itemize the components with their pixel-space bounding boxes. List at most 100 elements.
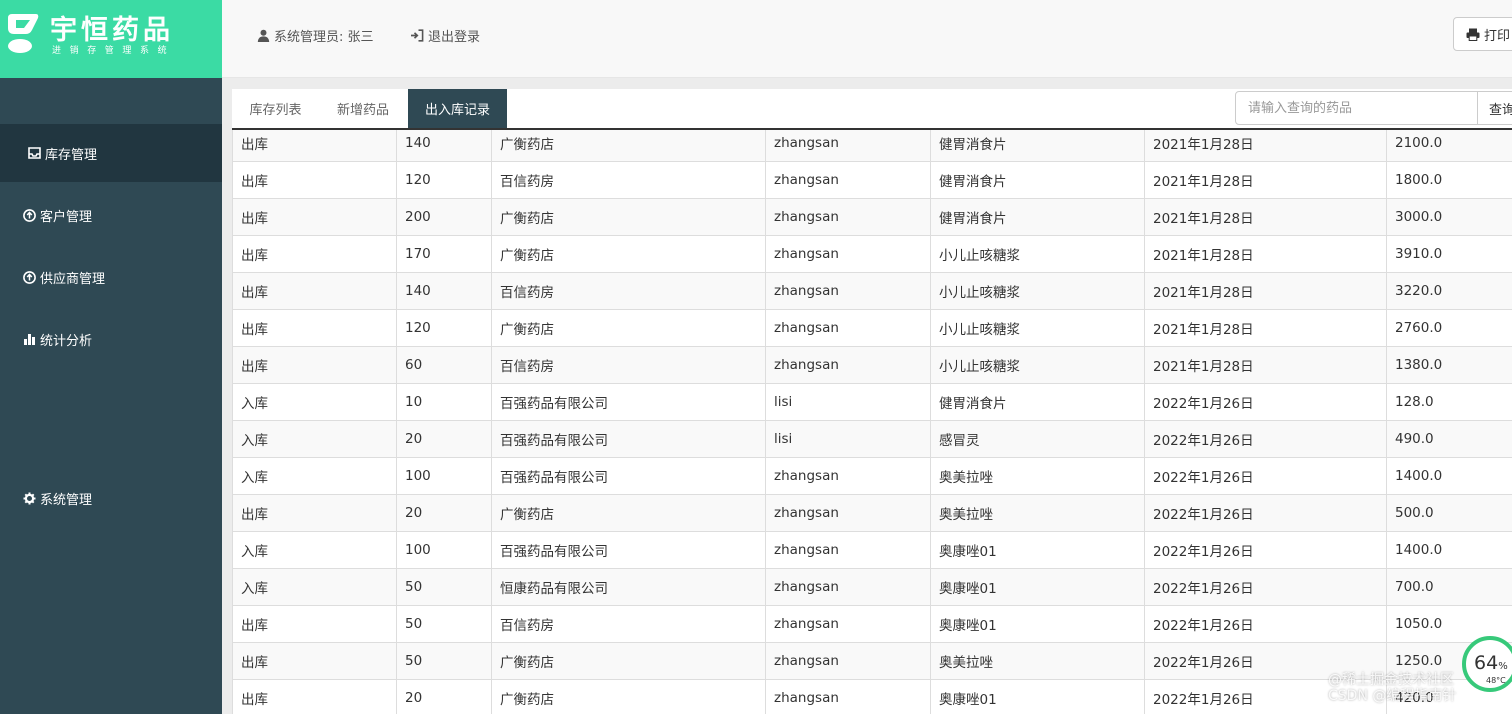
cell-operator: zhangsan xyxy=(765,457,931,495)
cell-type: 出库 xyxy=(232,161,397,199)
cell-amount: 3220.0 xyxy=(1386,272,1512,310)
table-row: 入库 20 百强药品有限公司 lisi 感冒灵 2022年1月26日 490.0 xyxy=(232,420,1512,458)
cell-date: 2021年1月28日 xyxy=(1144,309,1387,347)
logout-label: 退出登录 xyxy=(428,30,481,45)
cell-quantity: 120 xyxy=(396,309,492,347)
cell-partner: 百信药房 xyxy=(491,272,766,310)
cell-operator: zhangsan xyxy=(765,198,931,236)
cell-partner: 广衡药店 xyxy=(491,642,766,680)
sidebar-item-label: 库存管理 xyxy=(45,147,98,163)
cell-operator: zhangsan xyxy=(765,161,931,199)
logo[interactable]: 宇恒药品 进销存管理系统 xyxy=(0,0,222,78)
cell-quantity: 200 xyxy=(396,198,492,236)
cell-date: 2022年1月26日 xyxy=(1144,494,1387,532)
cell-date: 2022年1月26日 xyxy=(1144,605,1387,643)
cell-quantity: 20 xyxy=(396,679,492,714)
cell-amount: 1800.0 xyxy=(1386,161,1512,199)
search-input[interactable] xyxy=(1235,91,1478,125)
cell-amount: 500.0 xyxy=(1386,494,1512,532)
cell-date: 2021年1月28日 xyxy=(1144,346,1387,384)
inbox-icon xyxy=(26,145,42,161)
print-icon xyxy=(1466,28,1480,41)
sidebar-item-suppliers[interactable]: 供应商管理 xyxy=(0,248,222,306)
logo-title: 宇恒药品 xyxy=(50,15,174,46)
table-row: 出库 50 百信药房 zhangsan 奥康唑01 2022年1月26日 1050.0 xyxy=(232,605,1512,643)
table-row: 出库 20 广衡药店 zhangsan 奥康唑01 2022年1月26日 420.0 xyxy=(232,679,1512,714)
gear-icon xyxy=(21,490,37,506)
sidebar-item-statistics[interactable]: 统计分析 xyxy=(0,310,222,368)
cell-operator: zhangsan xyxy=(765,531,931,569)
cell-type: 入库 xyxy=(232,420,397,458)
cell-quantity: 50 xyxy=(396,642,492,680)
cell-partner: 广衡药店 xyxy=(491,309,766,347)
cell-partner: 广衡药店 xyxy=(491,235,766,273)
table-row: 出库 120 百信药房 zhangsan 健胃消食片 2021年1月28日 1800.0 xyxy=(232,161,1512,199)
cell-drug: 奥美拉唑 xyxy=(930,457,1145,495)
cell-drug: 健胃消食片 xyxy=(930,161,1145,199)
cell-drug: 奥康唑01 xyxy=(930,568,1145,606)
sidebar-item-label: 供应商管理 xyxy=(40,271,106,287)
sign-in-icon xyxy=(410,29,424,42)
cell-amount: 1400.0 xyxy=(1386,531,1512,569)
speed-percent-unit: % xyxy=(1498,661,1508,672)
cell-type: 出库 xyxy=(232,309,397,347)
sidebar-item-label: 系统管理 xyxy=(40,492,93,508)
sidebar-item-inventory[interactable]: 库存管理 xyxy=(0,124,222,182)
cell-drug: 小儿止咳糖浆 xyxy=(930,346,1145,384)
circle-arrow-icon xyxy=(21,207,37,223)
cell-partner: 百信药房 xyxy=(491,605,766,643)
cell-partner: 广衡药店 xyxy=(491,130,766,162)
cell-partner: 百强药品有限公司 xyxy=(491,420,766,458)
cell-operator: zhangsan xyxy=(765,494,931,532)
cell-quantity: 20 xyxy=(396,420,492,458)
sidebar-item-customers[interactable]: 客户管理 xyxy=(0,186,222,244)
tab-stock-records[interactable]: 出入库记录 xyxy=(408,89,507,128)
cell-operator: zhangsan xyxy=(765,235,931,273)
table-row: 出库 60 百信药房 zhangsan 小儿止咳糖浆 2021年1月28日 1380.0 xyxy=(232,346,1512,384)
cell-date: 2021年1月28日 xyxy=(1144,235,1387,273)
cell-drug: 奥康唑01 xyxy=(930,605,1145,643)
cell-operator: zhangsan xyxy=(765,272,931,310)
cell-type: 出库 xyxy=(232,235,397,273)
logout-link[interactable]: 退出登录 xyxy=(410,26,480,45)
cell-quantity: 170 xyxy=(396,235,492,273)
sidebar: 宇恒药品 进销存管理系统 库存管理 客户管理 供应商管理 统计分析 系统管理 xyxy=(0,0,222,714)
table-row: 出库 20 广衡药店 zhangsan 奥美拉唑 2022年1月26日 500.0 xyxy=(232,494,1512,532)
network-speed-widget[interactable]: 64% 48°C xyxy=(1462,636,1512,692)
cell-type: 出库 xyxy=(232,272,397,310)
cell-operator: zhangsan xyxy=(765,130,931,162)
speed-percent-value: 64 xyxy=(1474,652,1499,674)
cell-date: 2021年1月28日 xyxy=(1144,161,1387,199)
records-table: 出库 140 广衡药店 zhangsan 健胃消食片 2021年1月28日 2100.0 出库… xyxy=(232,130,1512,714)
table-row: 入库 100 百强药品有限公司 zhangsan 奥美拉唑 2022年1月26日 1400.… xyxy=(232,457,1512,495)
user-label: 系统管理员: 张三 xyxy=(274,30,374,45)
tab-add-drug[interactable]: 新增药品 xyxy=(319,89,407,128)
cell-quantity: 50 xyxy=(396,605,492,643)
cell-type: 出库 xyxy=(232,130,397,162)
cell-partner: 广衡药店 xyxy=(491,494,766,532)
tab-inventory-list[interactable]: 库存列表 xyxy=(232,89,319,128)
sidebar-item-label: 客户管理 xyxy=(40,209,93,225)
cell-operator: lisi xyxy=(765,383,931,421)
cell-quantity: 100 xyxy=(396,457,492,495)
records-table-body: 出库 140 广衡药店 zhangsan 健胃消食片 2021年1月28日 2100.0 出库… xyxy=(232,130,1512,714)
table-row: 出库 170 广衡药店 zhangsan 小儿止咳糖浆 2021年1月28日 3910.0 xyxy=(232,235,1512,273)
sidebar-item-system[interactable]: 系统管理 xyxy=(0,469,222,527)
cell-partner: 百强药品有限公司 xyxy=(491,457,766,495)
cell-operator: zhangsan xyxy=(765,568,931,606)
cell-partner: 百信药房 xyxy=(491,161,766,199)
cell-operator: zhangsan xyxy=(765,679,931,714)
cell-amount: 490.0 xyxy=(1386,420,1512,458)
cell-date: 2022年1月26日 xyxy=(1144,383,1387,421)
table-row: 出库 120 广衡药店 zhangsan 小儿止咳糖浆 2021年1月28日 2760.0 xyxy=(232,309,1512,347)
table-row: 入库 10 百强药品有限公司 lisi 健胃消食片 2022年1月26日 128.0 xyxy=(232,383,1512,421)
cell-date: 2021年1月28日 xyxy=(1144,130,1387,162)
print-button[interactable]: 打印 xyxy=(1453,17,1512,51)
cell-operator: zhangsan xyxy=(765,605,931,643)
search-button[interactable]: 查询 xyxy=(1477,91,1512,125)
cell-type: 入库 xyxy=(232,568,397,606)
current-user[interactable]: 系统管理员: 张三 xyxy=(257,26,374,45)
cell-quantity: 60 xyxy=(396,346,492,384)
temperature-readout: 48°C xyxy=(1486,676,1506,685)
records-table-container[interactable]: 出库 140 广衡药店 zhangsan 健胃消食片 2021年1月28日 2100.0 出库… xyxy=(232,130,1512,714)
